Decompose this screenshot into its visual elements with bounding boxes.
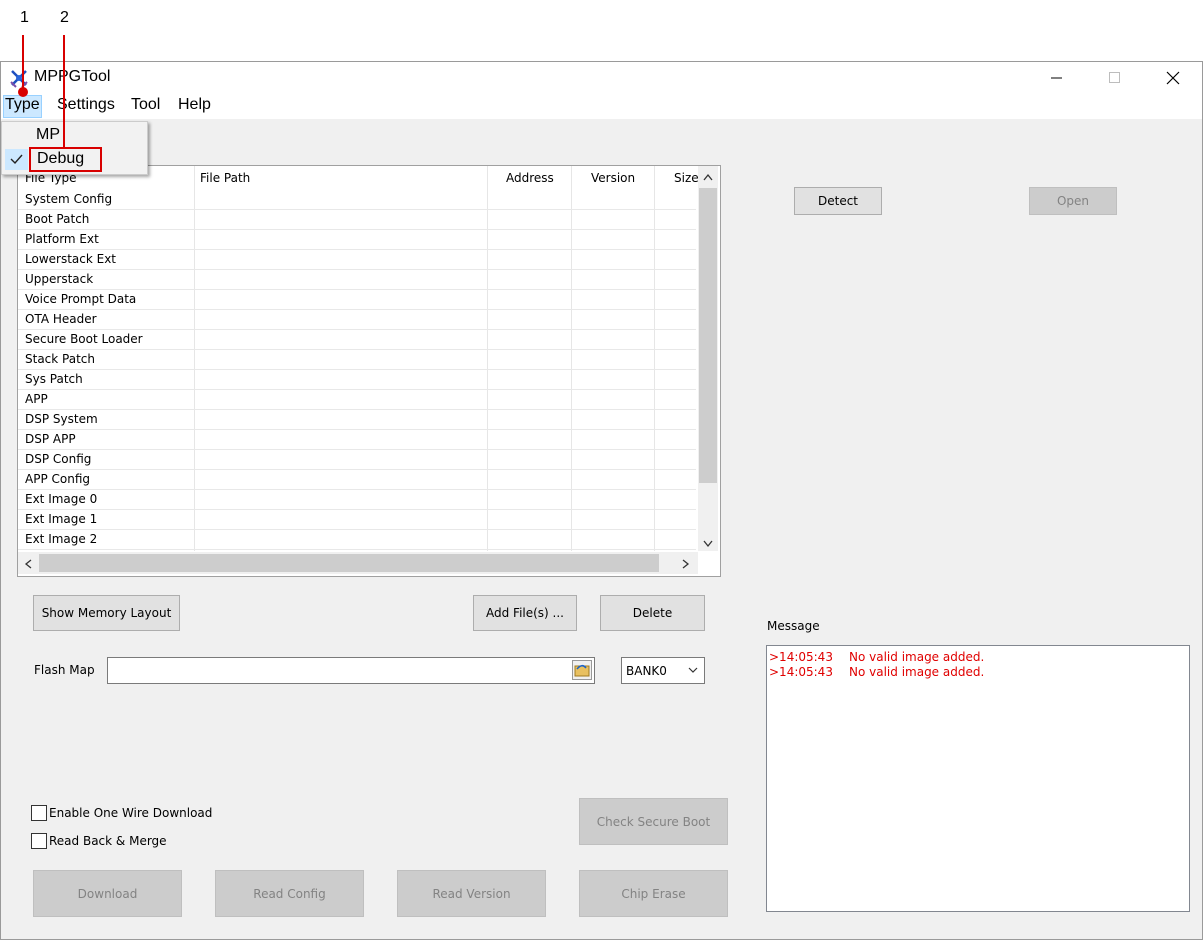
close-button[interactable] [1150,62,1196,93]
table-row[interactable]: Boot Patch [18,209,696,230]
check-secure-boot-button[interactable]: Check Secure Boot [579,798,728,845]
menu-help[interactable]: Help [176,96,213,114]
horizontal-scrollbar[interactable] [18,552,698,574]
table-row[interactable]: DSP System [18,409,696,430]
read-back-label: Read Back & Merge [49,834,167,848]
title-bar[interactable]: MPPGTool [1,62,1202,93]
show-memory-layout-button[interactable]: Show Memory Layout [33,595,180,631]
flash-map-input[interactable] [107,657,595,684]
file-type-cell: Stack Patch [25,352,95,366]
callout-line-2 [63,35,65,147]
file-table[interactable]: File Type File Path Address Version Size… [17,165,721,577]
menu-item-debug[interactable]: Debug [37,150,84,168]
column-header-address[interactable]: Address [506,171,554,185]
scroll-down-arrow-icon[interactable] [703,537,713,551]
table-row[interactable]: DSP APP [18,429,696,450]
app-logo-icon [9,68,29,88]
file-type-cell: Ext Image 0 [25,492,98,506]
message-text: No valid image added. [849,665,985,679]
file-type-cell: Ext Image 2 [25,532,98,546]
message-text: No valid image added. [849,650,985,664]
bank-select-value: BANK0 [626,664,667,678]
one-wire-label: Enable One Wire Download [49,806,213,820]
file-type-cell: APP [25,392,48,406]
scroll-up-arrow-icon[interactable] [703,170,713,184]
column-header-size[interactable]: Size [674,171,699,185]
file-type-cell: Lowerstack Ext [25,252,117,266]
detect-button[interactable]: Detect [794,187,882,215]
vertical-scroll-thumb[interactable] [699,188,717,483]
add-files-button[interactable]: Add File(s) ... [473,595,577,631]
message-label: Message [767,619,820,633]
file-type-cell: Sys Patch [25,372,83,386]
message-time: >14:05:43 [769,665,833,679]
table-row[interactable]: Stack Patch [18,349,696,370]
file-type-cell: Platform Ext [25,232,99,246]
minimize-button[interactable] [1034,62,1080,93]
column-header-file-path[interactable]: File Path [200,171,250,185]
table-row[interactable]: Lowerstack Ext [18,249,696,270]
callout-number-1: 1 [20,9,29,26]
table-row[interactable]: OTA Header [18,309,696,330]
menu-tool[interactable]: Tool [129,96,162,114]
file-type-cell: Upperstack [25,272,94,286]
checkmark-icon [5,149,28,170]
file-type-cell: Voice Prompt Data [25,292,137,306]
horizontal-scroll-thumb[interactable] [39,554,659,572]
file-type-cell: DSP APP [25,432,76,446]
table-row[interactable]: Upperstack [18,269,696,290]
callout-dot-icon [18,87,28,97]
table-row[interactable]: Sys Patch [18,369,696,390]
table-row[interactable]: APP [18,389,696,410]
window-title: MPPGTool [34,68,111,85]
maximize-button[interactable] [1092,62,1138,93]
table-row[interactable]: Ext Image 2 [18,529,696,550]
bank-select[interactable]: BANK0 [621,657,705,684]
callout-number-2: 2 [60,9,69,26]
table-row[interactable]: System Config [18,189,696,210]
read-config-button[interactable]: Read Config [215,870,364,917]
file-type-cell: APP Config [25,472,90,486]
file-type-cell: OTA Header [25,312,97,326]
flash-map-label: Flash Map [34,663,95,677]
file-type-cell: Boot Patch [25,212,90,226]
one-wire-checkbox[interactable] [31,805,47,821]
callout-line-1 [22,35,24,91]
read-version-button[interactable]: Read Version [397,870,546,917]
message-time: >14:05:43 [769,650,833,664]
menu-item-mp[interactable]: MP [36,126,60,144]
delete-button[interactable]: Delete [600,595,705,631]
scroll-right-arrow-icon[interactable] [682,558,690,572]
browse-folder-icon[interactable] [572,660,592,680]
table-row[interactable]: Secure Boot Loader [18,329,696,350]
table-row[interactable]: DSP Config [18,449,696,470]
message-line: >14:05:43 No valid image added. [769,665,984,679]
chip-erase-button[interactable]: Chip Erase [579,870,728,917]
vertical-scrollbar[interactable] [698,166,718,551]
table-row[interactable]: Ext Image 1 [18,509,696,530]
table-row[interactable]: APP Config [18,469,696,490]
file-type-cell: Secure Boot Loader [25,332,143,346]
file-type-cell: DSP Config [25,452,92,466]
menu-type[interactable]: Type [3,95,42,118]
table-row[interactable]: Platform Ext [18,229,696,250]
read-back-checkbox[interactable] [31,833,47,849]
table-row[interactable]: Ext Image 0 [18,489,696,510]
file-type-cell: DSP System [25,412,98,426]
menu-bar: Type Settings Tool Help [1,93,1202,119]
message-log[interactable]: >14:05:43 No valid image added. >14:05:4… [766,645,1190,912]
message-line: >14:05:43 No valid image added. [769,650,984,664]
file-type-cell: System Config [25,192,113,206]
type-menu-dropdown: MP Debug [1,121,148,175]
table-row[interactable]: Voice Prompt Data [18,289,696,310]
open-button[interactable]: Open [1029,187,1117,215]
file-type-cell: Ext Image 1 [25,512,98,526]
chevron-down-icon [688,664,698,678]
download-button[interactable]: Download [33,870,182,917]
scroll-left-arrow-icon[interactable] [24,558,32,572]
column-header-version[interactable]: Version [591,171,635,185]
